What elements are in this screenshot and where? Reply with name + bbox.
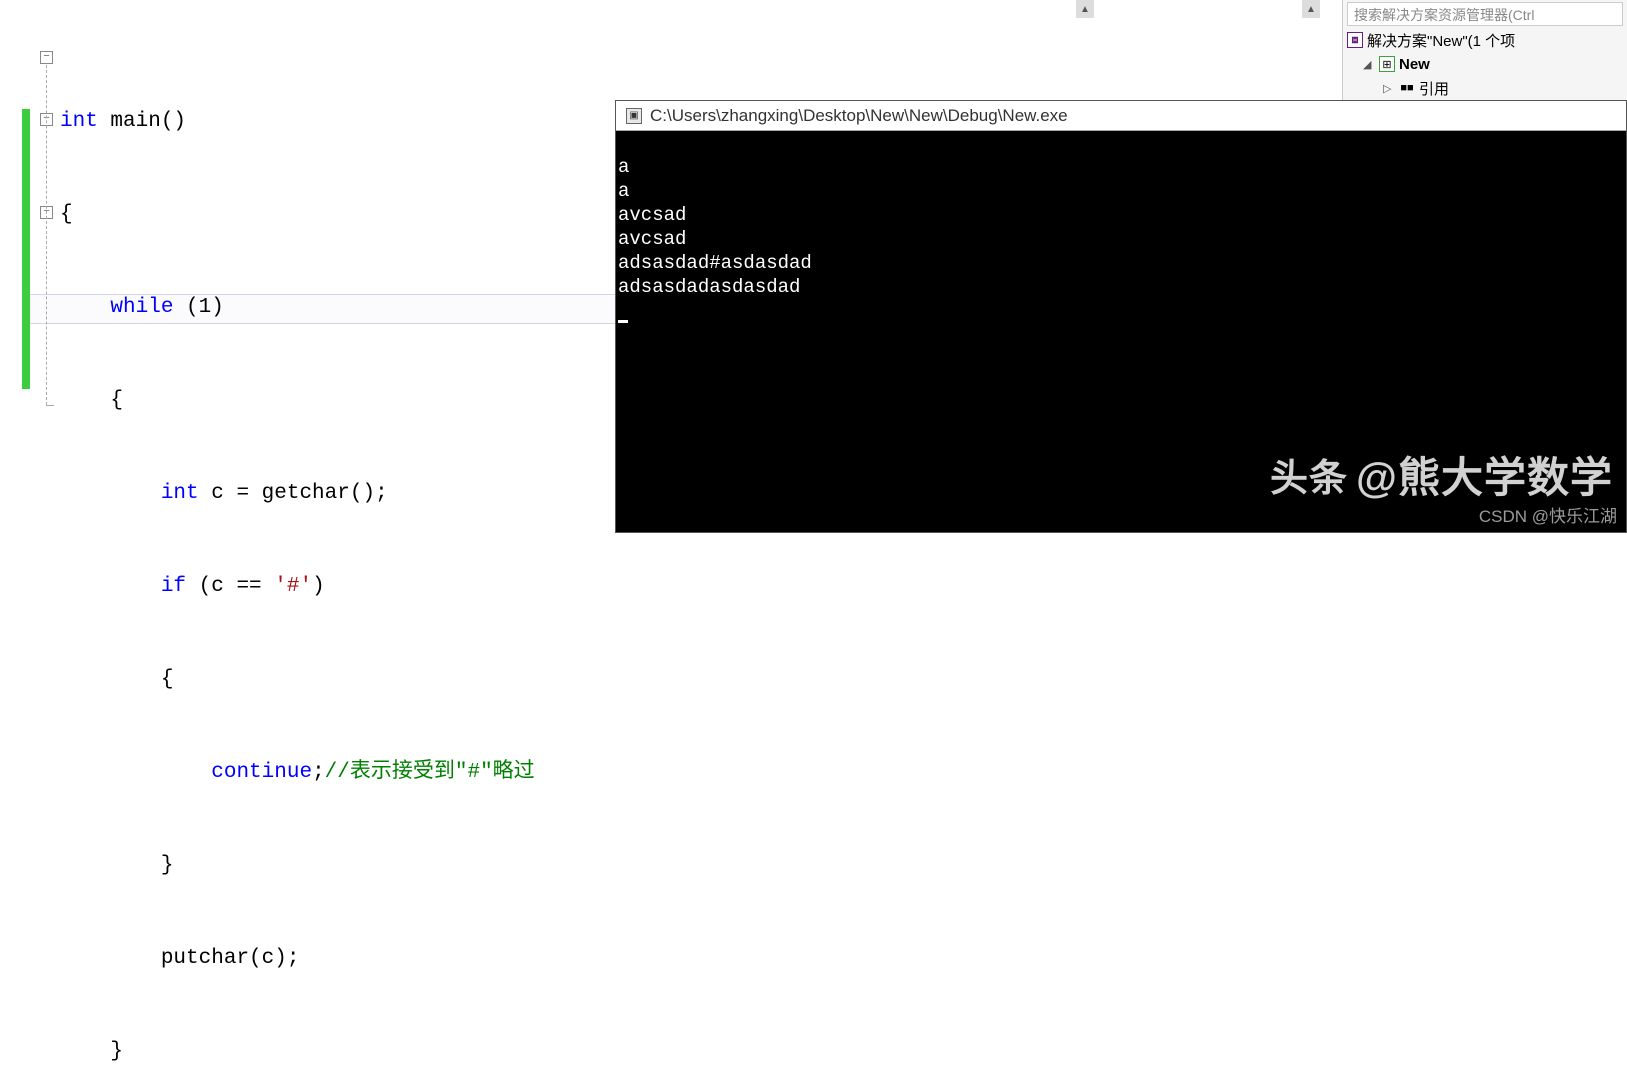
fold-guide — [46, 65, 47, 405]
console-line: a — [618, 156, 629, 178]
expand-icon[interactable]: ◢ — [1363, 58, 1375, 71]
scrollbar-stub[interactable]: ▲ — [1076, 0, 1094, 18]
brace: { — [161, 668, 174, 691]
fold-icon[interactable]: − — [40, 51, 53, 64]
keyword-continue: continue — [211, 761, 312, 784]
keyword-while: while — [110, 296, 173, 319]
console-line: avcsad — [618, 204, 686, 226]
solution-explorer: 搜索解决方案资源管理器(Ctrl ⧈ 解决方案"New"(1 个项 ◢ ⊞ Ne… — [1342, 0, 1627, 100]
getchar-call: c = getchar(); — [199, 482, 388, 505]
console-app-icon: ▣ — [626, 108, 642, 124]
brace: { — [110, 389, 123, 412]
keyword-int: int — [161, 482, 199, 505]
watermark-handle: @熊大学数学 — [1356, 444, 1613, 505]
console-line: a — [618, 180, 629, 202]
references-label: 引用 — [1419, 78, 1449, 99]
fold-guide-end — [46, 405, 54, 406]
brace: { — [60, 203, 73, 226]
if-pre: (c == — [186, 575, 274, 598]
putchar-call: putchar(c); — [161, 947, 300, 970]
console-output[interactable]: a a avcsad avcsad adsasdad#asdasdad adsa… — [618, 131, 812, 323]
console-line: adsasdad#asdasdad — [618, 252, 812, 274]
scrollbar-stub[interactable]: ▲ — [1302, 0, 1320, 18]
console-line: adsasdadasdasdad — [618, 276, 800, 298]
console-titlebar[interactable]: ▣ C:\Users\zhangxing\Desktop\New\New\Deb… — [616, 101, 1626, 131]
console-title-text: C:\Users\zhangxing\Desktop\New\New\Debug… — [650, 106, 1068, 126]
brace: } — [110, 1040, 123, 1063]
solution-icon: ⧈ — [1347, 32, 1363, 48]
references-icon: ■■ — [1399, 80, 1415, 96]
func-main: main() — [98, 110, 186, 133]
scroll-up-icon[interactable]: ▲ — [1076, 0, 1094, 18]
solution-root-label: 解决方案"New"(1 个项 — [1367, 30, 1515, 51]
project-node[interactable]: ◢ ⊞ New — [1343, 52, 1627, 76]
references-node[interactable]: ▷ ■■ 引用 — [1343, 76, 1627, 100]
keyword-int: int — [60, 110, 98, 133]
watermark-csdn: CSDN @快乐江湖 — [1479, 502, 1617, 527]
char-literal: '#' — [274, 575, 312, 598]
brace: } — [161, 854, 174, 877]
project-icon: ⊞ — [1379, 56, 1395, 72]
scroll-up-icon[interactable]: ▲ — [1302, 0, 1320, 18]
console-line: avcsad — [618, 228, 686, 250]
watermark-prefix: 头条 — [1270, 447, 1348, 502]
code-content[interactable]: int main() { while (1) { int c = getchar… — [60, 44, 535, 1066]
semicolon: ; — [312, 761, 325, 784]
comment-text: //表示接受到"#"略过 — [325, 761, 535, 784]
change-marker — [22, 109, 30, 389]
expand-icon[interactable]: ▷ — [1383, 82, 1395, 95]
solution-root[interactable]: ⧈ 解决方案"New"(1 个项 — [1343, 28, 1627, 52]
keyword-if: if — [161, 575, 186, 598]
project-label: New — [1399, 56, 1430, 73]
watermark-toutiao: 头条 @熊大学数学 — [1270, 444, 1613, 505]
console-cursor — [618, 320, 628, 323]
solution-search-input[interactable]: 搜索解决方案资源管理器(Ctrl — [1347, 2, 1623, 26]
if-post: ) — [312, 575, 325, 598]
while-cond: (1) — [173, 296, 223, 319]
